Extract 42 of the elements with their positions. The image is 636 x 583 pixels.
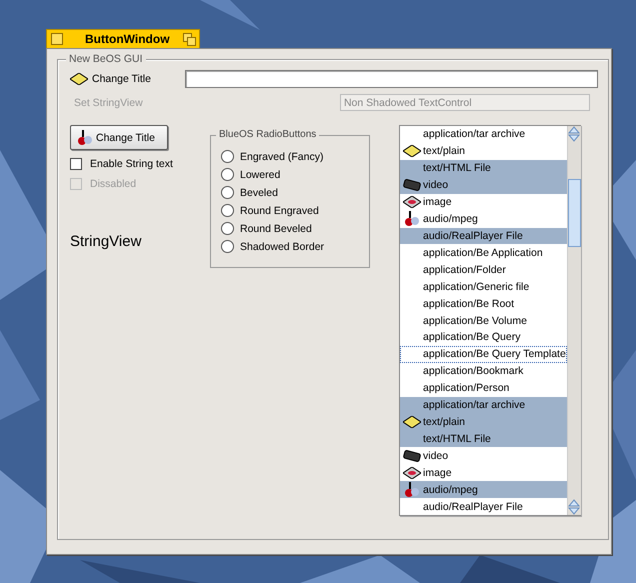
image-file-icon — [403, 196, 421, 208]
window-tab[interactable]: ButtonWindow — [46, 29, 200, 48]
list-item[interactable]: text/plain — [400, 414, 567, 430]
radio-button[interactable]: Shadowed Border — [221, 240, 369, 253]
field-label: Set StringView — [74, 96, 143, 108]
notepad-icon — [70, 73, 88, 85]
notepad-icon — [403, 416, 421, 428]
checkbox[interactable]: Enable String text — [70, 158, 210, 170]
scroll-up-arrow[interactable] — [568, 126, 580, 134]
list-item[interactable]: application/tar archive — [400, 396, 567, 414]
group-label: New BeOS GUI — [66, 53, 146, 65]
list-item[interactable]: application/Be Query Template — [400, 346, 567, 363]
zoom-icon[interactable] — [183, 32, 196, 46]
close-icon[interactable] — [51, 33, 63, 45]
list-item[interactable]: audio/RealPlayer File — [400, 228, 567, 244]
scroll-up-arrow[interactable] — [568, 499, 580, 507]
scroll-down-arrow[interactable] — [568, 134, 580, 142]
radio-button[interactable]: Lowered — [221, 168, 369, 181]
title-input[interactable] — [184, 70, 598, 88]
cassette-icon — [403, 450, 421, 462]
notepad-icon — [403, 145, 421, 158]
cherries-icon — [404, 211, 420, 228]
cherries-icon — [404, 482, 420, 498]
radio-group-label: BlueOS RadioButtons — [216, 129, 320, 140]
list-item[interactable]: audio/mpeg — [400, 481, 567, 498]
radio-button[interactable]: Round Beveled — [221, 222, 369, 235]
radio-button[interactable]: Beveled — [221, 186, 369, 199]
cassette-icon — [403, 179, 421, 192]
string-view-label: StringView — [70, 233, 142, 250]
radio-button[interactable]: Round Engraved — [221, 204, 369, 217]
list-item[interactable]: text/HTML File — [400, 160, 567, 177]
list-item[interactable]: text/HTML File — [400, 430, 567, 448]
scroll-down-arrow[interactable] — [568, 507, 580, 515]
radio-button[interactable]: Engraved (Fancy) — [221, 150, 369, 163]
list-item[interactable]: video — [400, 176, 567, 194]
scroll-thumb[interactable] — [568, 179, 581, 247]
list-item[interactable]: image — [400, 194, 567, 211]
field-label: Change Title — [92, 73, 151, 85]
image-file-icon — [403, 466, 421, 479]
window-title: ButtonWindow — [84, 32, 171, 46]
cherries-icon — [77, 130, 93, 146]
change-title-button[interactable]: Change Title — [70, 125, 168, 150]
